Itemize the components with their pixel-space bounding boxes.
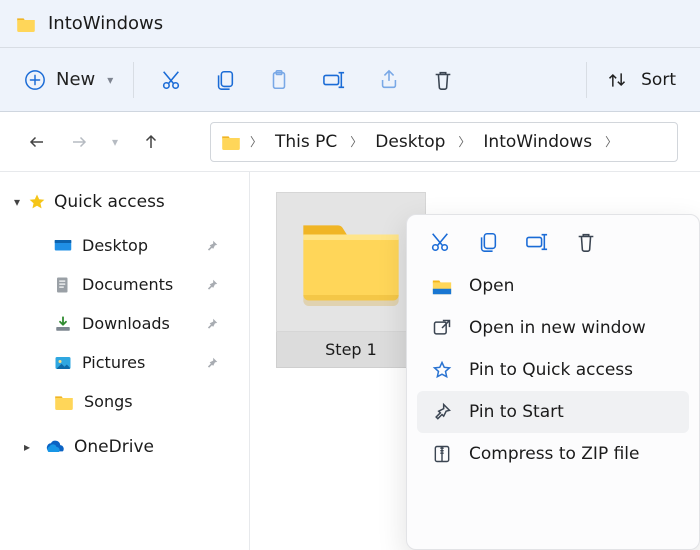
sidebar-item-label: Documents xyxy=(82,275,173,294)
context-menu: Open Open in new window Pin to Quick acc… xyxy=(406,214,700,550)
separator xyxy=(133,62,134,98)
sidebar-item-downloads[interactable]: Downloads xyxy=(10,304,243,343)
toolbar-icons xyxy=(154,69,566,91)
up-button[interactable] xyxy=(142,133,160,151)
delete-icon[interactable] xyxy=(575,231,597,253)
new-plus-icon xyxy=(24,69,46,91)
downloads-icon xyxy=(54,315,72,333)
separator xyxy=(586,62,587,98)
context-menu-pin-start[interactable]: Pin to Start xyxy=(417,391,689,433)
pin-icon xyxy=(205,317,219,331)
folder-item-label: Step 1 xyxy=(276,332,426,368)
nav-row: ▾ 〉 This PC 〉 Desktop 〉 IntoWindows 〉 xyxy=(0,112,700,172)
onedrive-label: OneDrive xyxy=(74,437,154,457)
sidebar-item-label: Downloads xyxy=(82,314,170,333)
folder-item-selected[interactable]: Step 1 xyxy=(276,192,426,368)
context-menu-open-new-window[interactable]: Open in new window xyxy=(417,307,689,349)
pin-icon xyxy=(205,278,219,292)
cut-icon[interactable] xyxy=(429,231,451,253)
chevron-right-icon: 〉 xyxy=(455,133,473,150)
context-menu-item-label: Pin to Start xyxy=(469,402,564,422)
rename-icon[interactable] xyxy=(322,69,346,91)
star-icon xyxy=(28,193,46,211)
sidebar-item-label: Pictures xyxy=(82,353,145,372)
copy-icon[interactable] xyxy=(214,69,236,91)
context-menu-item-label: Pin to Quick access xyxy=(469,360,633,380)
sidebar-item-onedrive[interactable]: ▸ OneDrive xyxy=(10,421,243,465)
open-new-window-icon xyxy=(431,318,453,338)
pin-icon xyxy=(205,239,219,253)
cut-icon[interactable] xyxy=(160,69,182,91)
star-outline-icon xyxy=(431,360,453,380)
folder-large-icon xyxy=(276,192,426,332)
sidebar-item-desktop[interactable]: Desktop xyxy=(10,226,243,265)
share-icon[interactable] xyxy=(378,69,400,91)
window-folder-icon xyxy=(16,16,36,32)
sidebar-item-songs[interactable]: Songs xyxy=(10,382,243,421)
sidebar-item-pictures[interactable]: Pictures xyxy=(10,343,243,382)
context-menu-compress-zip[interactable]: Compress to ZIP file xyxy=(417,433,689,475)
context-menu-action-row xyxy=(413,225,693,265)
paste-icon[interactable] xyxy=(268,69,290,91)
folder-icon xyxy=(54,394,74,410)
quick-access-label: Quick access xyxy=(54,192,165,212)
chevron-right-icon: ▸ xyxy=(24,440,30,454)
pin-icon xyxy=(431,402,453,422)
sort-button[interactable]: Sort xyxy=(607,70,676,90)
rename-icon[interactable] xyxy=(525,231,549,253)
breadcrumb-item[interactable]: Desktop xyxy=(371,130,449,154)
file-explorer-window: IntoWindows New ▾ xyxy=(0,0,700,550)
copy-icon[interactable] xyxy=(477,231,499,253)
pin-icon xyxy=(205,356,219,370)
sidebar-item-label: Songs xyxy=(84,392,133,411)
breadcrumb-folder-icon xyxy=(221,134,241,150)
back-button[interactable] xyxy=(28,133,46,151)
toolbar: New ▾ Sort xyxy=(0,48,700,112)
sidebar-list: Desktop Documents Downloads Pictures xyxy=(10,226,243,421)
sidebar-item-documents[interactable]: Documents xyxy=(10,265,243,304)
chevron-right-icon: 〉 xyxy=(347,133,365,150)
sidebar-item-label: Desktop xyxy=(82,236,148,255)
new-button-label: New xyxy=(56,69,95,90)
context-menu-open[interactable]: Open xyxy=(417,265,689,307)
documents-icon xyxy=(54,276,72,294)
delete-icon[interactable] xyxy=(432,69,454,91)
context-menu-item-label: Open xyxy=(469,276,514,296)
onedrive-icon xyxy=(44,440,64,454)
chevron-down-icon: ▾ xyxy=(14,195,20,209)
context-menu-item-label: Compress to ZIP file xyxy=(469,444,640,464)
chevron-right-icon: 〉 xyxy=(247,133,265,150)
chevron-right-icon: 〉 xyxy=(602,133,620,150)
sidebar: ▾ Quick access Desktop Documents Downlo xyxy=(0,172,250,550)
zip-icon xyxy=(431,444,453,464)
chevron-down-icon: ▾ xyxy=(107,73,113,87)
nav-arrows: ▾ xyxy=(0,133,210,151)
breadcrumb-item[interactable]: This PC xyxy=(271,130,341,154)
sort-label: Sort xyxy=(641,70,676,90)
open-icon xyxy=(431,276,453,296)
sort-icon xyxy=(607,70,627,90)
forward-button[interactable] xyxy=(70,133,88,151)
recent-dropdown[interactable]: ▾ xyxy=(112,135,118,149)
new-button[interactable]: New ▾ xyxy=(24,69,113,91)
pictures-icon xyxy=(54,355,72,371)
breadcrumb[interactable]: 〉 This PC 〉 Desktop 〉 IntoWindows 〉 xyxy=(210,122,678,162)
quick-access-header[interactable]: ▾ Quick access xyxy=(10,186,243,218)
breadcrumb-item[interactable]: IntoWindows xyxy=(479,130,596,154)
window-title: IntoWindows xyxy=(48,13,163,34)
context-menu-pin-quick-access[interactable]: Pin to Quick access xyxy=(417,349,689,391)
titlebar: IntoWindows xyxy=(0,0,700,48)
desktop-icon xyxy=(54,238,72,254)
context-menu-item-label: Open in new window xyxy=(469,318,646,338)
